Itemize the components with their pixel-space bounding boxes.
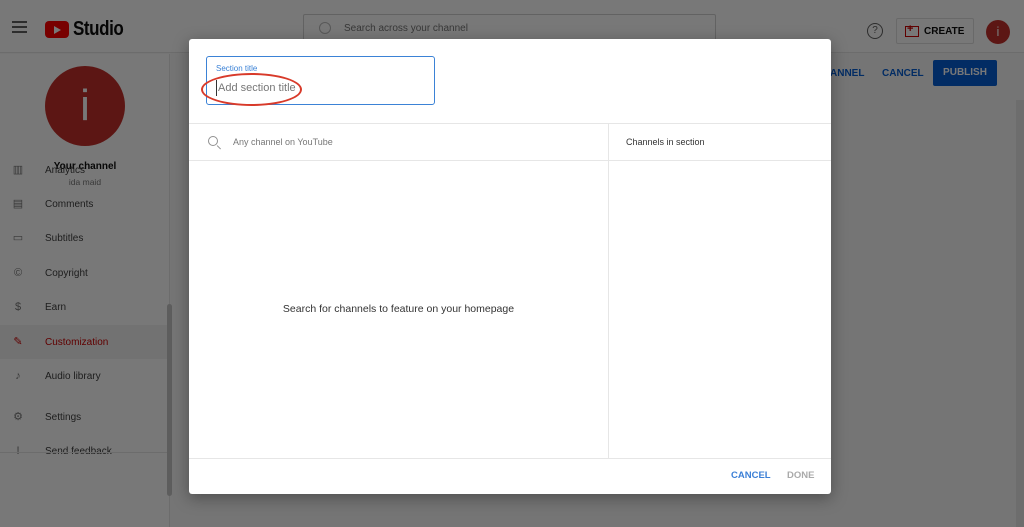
section-title-input[interactable]	[216, 80, 421, 96]
divider-footer	[189, 458, 831, 459]
section-title-label: Section title	[216, 64, 258, 73]
dialog-done-button[interactable]: DONE	[787, 470, 814, 481]
channel-search-input[interactable]	[233, 134, 593, 150]
empty-state-message: Search for channels to feature on your h…	[282, 303, 515, 315]
channel-search-field[interactable]	[189, 123, 608, 160]
dialog-cancel-button[interactable]: CANCEL	[731, 470, 771, 481]
divider-header	[189, 160, 831, 161]
column-divider	[608, 123, 609, 458]
featured-channels-dialog: Section title Channels in section Search…	[189, 39, 831, 494]
search-icon	[208, 136, 218, 146]
section-title-field[interactable]: Section title	[206, 56, 435, 105]
channels-in-section-header: Channels in section	[626, 137, 705, 147]
